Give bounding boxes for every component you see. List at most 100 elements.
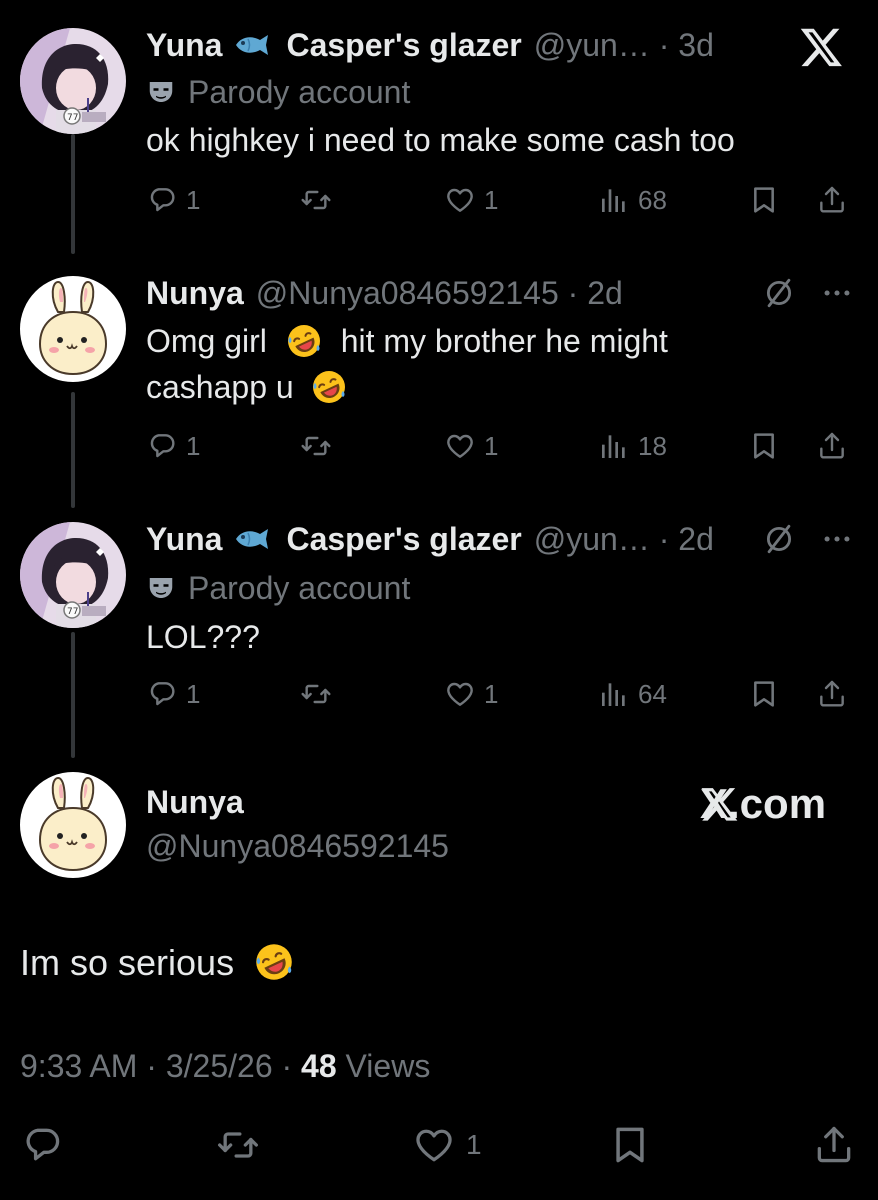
separator-dot: · <box>649 26 679 63</box>
retweet-button[interactable] <box>216 1120 270 1170</box>
retweet-icon <box>300 184 332 216</box>
reply-button[interactable] <box>20 1120 74 1170</box>
tweet-header: Yuna Casper's glazer @yun… · 2d <box>146 516 714 562</box>
display-name[interactable]: Nunya <box>146 275 244 312</box>
rofl-emoji-icon <box>254 942 294 982</box>
user-handle[interactable]: @yun… <box>534 27 650 64</box>
thread-line <box>71 134 75 254</box>
tweet-text-part: Omg girl <box>146 323 267 359</box>
user-handle[interactable]: @yun… <box>534 521 650 558</box>
retweet-button[interactable] <box>300 426 340 466</box>
share-button[interactable] <box>816 426 856 466</box>
views-button[interactable]: 64 <box>598 674 667 714</box>
timestamp[interactable]: 2d <box>587 275 623 312</box>
avatar[interactable] <box>20 28 126 134</box>
x-logo-icon[interactable] <box>796 24 848 70</box>
retweet-icon <box>300 430 332 462</box>
like-button[interactable]: 1 <box>444 426 498 466</box>
views-button[interactable]: 68 <box>598 180 667 220</box>
reply-button[interactable]: 1 <box>146 674 200 714</box>
rofl-emoji-icon <box>311 369 347 405</box>
main-tweet-text-content: Im so serious <box>20 942 235 983</box>
retweet-icon <box>300 678 332 710</box>
tweet-text: LOL??? <box>146 619 260 655</box>
action-bar: 1 1 64 <box>146 674 856 714</box>
reply-button[interactable]: 1 <box>146 426 200 466</box>
like-count: 1 <box>484 678 499 709</box>
views-count: 18 <box>638 430 667 461</box>
bookmark-icon <box>608 1123 652 1167</box>
like-count: 1 <box>466 1129 482 1160</box>
heart-icon <box>412 1123 456 1167</box>
mute-icon[interactable] <box>762 276 796 310</box>
avatar-yuna-image <box>20 522 126 628</box>
like-count: 1 <box>484 184 499 215</box>
action-bar: 1 1 68 <box>146 180 856 220</box>
display-name[interactable]: Yuna <box>146 27 222 64</box>
avatar-nunya-image <box>20 276 126 382</box>
bookmark-button[interactable] <box>748 674 788 714</box>
tweet-text: Omg girl hit my brother he might cashapp… <box>146 318 668 410</box>
avatar[interactable] <box>20 276 126 382</box>
bookmark-icon <box>748 430 780 462</box>
reply-icon <box>146 430 178 462</box>
like-button[interactable]: 1 <box>444 674 498 714</box>
separator-dot: · <box>272 1048 302 1084</box>
views-icon <box>598 678 630 710</box>
like-button[interactable]: 1 <box>412 1120 482 1170</box>
share-icon <box>812 1123 856 1167</box>
reply-icon <box>146 678 178 710</box>
user-handle[interactable]: @Nunya0846592145 <box>256 275 559 312</box>
bookmark-icon <box>748 678 780 710</box>
reply-button[interactable]: 1 <box>146 180 200 220</box>
tweet-text-part: cashapp u <box>146 369 294 405</box>
tweet-text: ok highkey i need to make some cash too <box>146 122 735 158</box>
display-name[interactable]: Yuna <box>146 521 222 558</box>
views-button[interactable]: 18 <box>598 426 667 466</box>
main-tweet-text: Im so serious <box>20 938 294 988</box>
bookmark-button[interactable] <box>748 426 788 466</box>
timestamp[interactable]: 2d <box>678 521 714 558</box>
mute-icon[interactable] <box>762 522 796 556</box>
tweet-meta: 9:33 AM · 3/25/26 · 48 Views <box>20 1048 430 1085</box>
share-button[interactable] <box>812 1120 866 1170</box>
action-bar: 1 1 18 <box>146 426 856 466</box>
main-avatar[interactable] <box>20 772 126 878</box>
fish-emoji-icon <box>232 32 272 58</box>
share-button[interactable] <box>816 674 856 714</box>
like-count: 1 <box>484 430 499 461</box>
tweet-date[interactable]: 3/25/26 <box>166 1048 273 1084</box>
mask-icon <box>146 573 176 603</box>
views-label: Views <box>345 1048 431 1084</box>
display-name-suffix[interactable]: Casper's glazer <box>286 521 521 558</box>
views-icon <box>598 430 630 462</box>
rofl-emoji-icon <box>286 323 322 359</box>
more-options-icon[interactable] <box>820 522 854 556</box>
parody-text: Parody account <box>188 569 411 606</box>
main-action-bar: 1 <box>20 1120 858 1170</box>
parody-label: Parody account <box>146 568 410 608</box>
main-display-name[interactable]: Nunya <box>146 784 244 821</box>
tweet-time[interactable]: 9:33 AM <box>20 1048 137 1084</box>
bookmark-icon <box>748 184 780 216</box>
avatar-yuna-image <box>20 28 126 134</box>
more-options-icon[interactable] <box>820 276 854 310</box>
mask-icon <box>146 77 176 107</box>
views-icon <box>598 184 630 216</box>
fish-emoji-icon <box>232 526 272 552</box>
avatar[interactable] <box>20 522 126 628</box>
thread-line <box>71 632 75 758</box>
reply-icon <box>20 1123 64 1167</box>
bookmark-button[interactable] <box>608 1120 662 1170</box>
timestamp[interactable]: 3d <box>678 27 714 64</box>
retweet-button[interactable] <box>300 674 340 714</box>
retweet-icon <box>216 1123 260 1167</box>
main-user-handle[interactable]: @Nunya0846592145 <box>146 828 449 865</box>
brand-domain: X.com <box>700 780 827 827</box>
tweet-header: Yuna Casper's glazer @yun… · 3d <box>146 22 714 68</box>
bookmark-button[interactable] <box>748 180 788 220</box>
like-button[interactable]: 1 <box>444 180 498 220</box>
retweet-button[interactable] <box>300 180 340 220</box>
display-name-suffix[interactable]: Casper's glazer <box>286 27 521 64</box>
share-button[interactable] <box>816 180 856 220</box>
